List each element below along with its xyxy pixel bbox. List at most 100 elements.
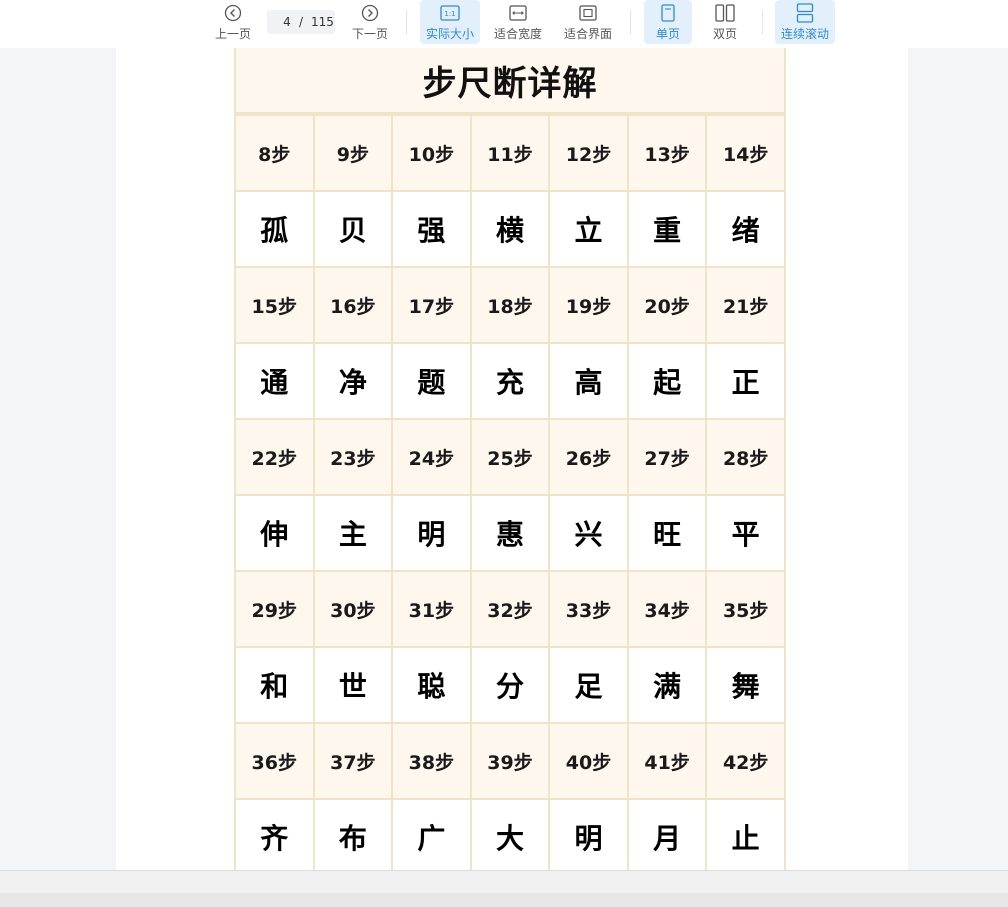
step-count-cell: 8步 bbox=[234, 114, 315, 192]
horizontal-scrollbar[interactable] bbox=[0, 893, 1008, 907]
characters-row: 伸主明惠兴旺平 bbox=[234, 494, 786, 572]
step-count-cell: 34步 bbox=[626, 570, 708, 648]
single-page-label: 单页 bbox=[655, 27, 680, 41]
character-cell: 广 bbox=[391, 798, 472, 870]
fit-page-label: 适合界面 bbox=[563, 27, 612, 41]
character-cell: 平 bbox=[705, 494, 786, 572]
fit-width-button[interactable]: 适合宽度 bbox=[490, 0, 546, 44]
step-count-cell: 13步 bbox=[626, 114, 708, 192]
step-count-cell: 33步 bbox=[548, 570, 629, 648]
actual-size-button[interactable]: 1:1 实际大小 bbox=[420, 0, 480, 44]
continuous-scroll-button[interactable]: 连续滚动 bbox=[775, 0, 835, 44]
step-table: 8步 9步 10步 11步 12步 13步 14步孤贝强横立重绪 15步 16步 17步 18步 19… bbox=[234, 114, 786, 870]
toolbar-divider bbox=[762, 10, 763, 34]
character-cell: 舞 bbox=[705, 646, 786, 724]
page-title: 步尺断详解 bbox=[234, 48, 786, 114]
step-count-cell: 16步 bbox=[312, 266, 394, 344]
step-count-cell: 19步 bbox=[548, 266, 629, 344]
characters-row: 齐布广大明月止 bbox=[234, 798, 786, 870]
character-cell: 聪 bbox=[391, 646, 472, 724]
step-count-cell: 15步 bbox=[234, 266, 315, 344]
steps-row: 22步 23步 24步 25步 26步 27步 28步 bbox=[234, 418, 786, 496]
page-separator: / bbox=[299, 15, 304, 29]
character-cell: 满 bbox=[626, 646, 708, 724]
fit-width-icon bbox=[507, 2, 529, 24]
character-cell: 充 bbox=[469, 342, 551, 420]
step-count-cell: 39步 bbox=[469, 722, 551, 800]
actual-size-icon-text: 1:1 bbox=[444, 10, 455, 18]
step-count-cell: 41步 bbox=[626, 722, 708, 800]
steps-row: 36步 37步 38步 39步 40步 41步 42步 bbox=[234, 722, 786, 800]
character-cell: 齐 bbox=[234, 798, 315, 870]
single-page-icon bbox=[657, 2, 679, 24]
character-cell: 伸 bbox=[234, 494, 315, 572]
character-cell: 明 bbox=[548, 798, 629, 870]
prev-page-label: 上一页 bbox=[214, 27, 251, 41]
character-cell: 高 bbox=[548, 342, 629, 420]
fit-page-button[interactable]: 适合界面 bbox=[560, 0, 616, 44]
step-count-cell: 17步 bbox=[391, 266, 472, 344]
character-cell: 月 bbox=[626, 798, 708, 870]
character-cell: 世 bbox=[312, 646, 394, 724]
character-cell: 孤 bbox=[234, 190, 315, 268]
character-cell: 重 bbox=[626, 190, 708, 268]
character-cell: 旺 bbox=[626, 494, 708, 572]
character-cell: 惠 bbox=[469, 494, 551, 572]
step-count-cell: 21步 bbox=[705, 266, 786, 344]
character-cell: 贝 bbox=[312, 190, 394, 268]
chevron-left-circle-icon bbox=[222, 2, 244, 24]
document-content: 步尺断详解 8步 9步 10步 11步 12步 13步 14步孤贝强横立重绪 15步 16步 17… bbox=[234, 48, 786, 870]
character-cell: 分 bbox=[469, 646, 551, 724]
character-cell: 通 bbox=[234, 342, 315, 420]
step-count-cell: 9步 bbox=[312, 114, 394, 192]
step-count-cell: 11步 bbox=[469, 114, 551, 192]
single-page-button[interactable]: 单页 bbox=[644, 0, 692, 44]
character-cell: 起 bbox=[626, 342, 708, 420]
step-count-cell: 24步 bbox=[391, 418, 472, 496]
step-count-cell: 10步 bbox=[391, 114, 472, 192]
character-cell: 绪 bbox=[705, 190, 786, 268]
step-count-cell: 35步 bbox=[705, 570, 786, 648]
actual-size-label: 实际大小 bbox=[425, 27, 474, 41]
continuous-scroll-icon bbox=[794, 2, 816, 24]
character-cell: 横 bbox=[469, 190, 551, 268]
next-page-label: 下一页 bbox=[351, 27, 388, 41]
character-cell: 正 bbox=[705, 342, 786, 420]
characters-row: 孤贝强横立重绪 bbox=[234, 190, 786, 268]
double-page-button[interactable]: 双页 bbox=[702, 0, 748, 44]
chevron-right-circle-icon bbox=[359, 2, 381, 24]
step-count-cell: 22步 bbox=[234, 418, 315, 496]
step-count-cell: 40步 bbox=[548, 722, 629, 800]
fit-page-icon bbox=[577, 2, 599, 24]
double-page-label: 双页 bbox=[712, 27, 737, 41]
character-cell: 兴 bbox=[548, 494, 629, 572]
next-page-button[interactable]: 下一页 bbox=[349, 0, 391, 44]
step-count-cell: 25步 bbox=[469, 418, 551, 496]
step-count-cell: 38步 bbox=[391, 722, 472, 800]
character-cell: 题 bbox=[391, 342, 472, 420]
character-cell: 明 bbox=[391, 494, 472, 572]
character-cell: 立 bbox=[548, 190, 629, 268]
document-viewer[interactable]: 步尺断详解 8步 9步 10步 11步 12步 13步 14步孤贝强横立重绪 15步 16步 17… bbox=[0, 48, 1008, 870]
actual-size-icon: 1:1 bbox=[439, 2, 461, 24]
character-cell: 布 bbox=[312, 798, 394, 870]
step-count-cell: 36步 bbox=[234, 722, 315, 800]
viewer-toolbar: 上一页 4 / 115 下一页 1:1 实际大小 适合宽度 适合界面 单页 双页… bbox=[0, 0, 1008, 48]
step-count-cell: 14步 bbox=[705, 114, 786, 192]
step-count-cell: 28步 bbox=[705, 418, 786, 496]
step-count-cell: 37步 bbox=[312, 722, 394, 800]
page-number-input[interactable]: 4 bbox=[281, 15, 293, 29]
step-count-cell: 30步 bbox=[312, 570, 394, 648]
toolbar-divider bbox=[630, 10, 631, 34]
character-cell: 和 bbox=[234, 646, 315, 724]
toolbar-divider bbox=[406, 10, 407, 34]
character-cell: 主 bbox=[312, 494, 394, 572]
prev-page-button[interactable]: 上一页 bbox=[212, 0, 254, 44]
document-page: 步尺断详解 8步 9步 10步 11步 12步 13步 14步孤贝强横立重绪 15步 16步 17… bbox=[116, 48, 908, 870]
character-cell: 足 bbox=[548, 646, 629, 724]
character-cell: 大 bbox=[469, 798, 551, 870]
characters-row: 和世聪分足满舞 bbox=[234, 646, 786, 724]
character-cell: 止 bbox=[705, 798, 786, 870]
page-indicator: 4 / 115 bbox=[267, 10, 335, 34]
step-count-cell: 20步 bbox=[626, 266, 708, 344]
